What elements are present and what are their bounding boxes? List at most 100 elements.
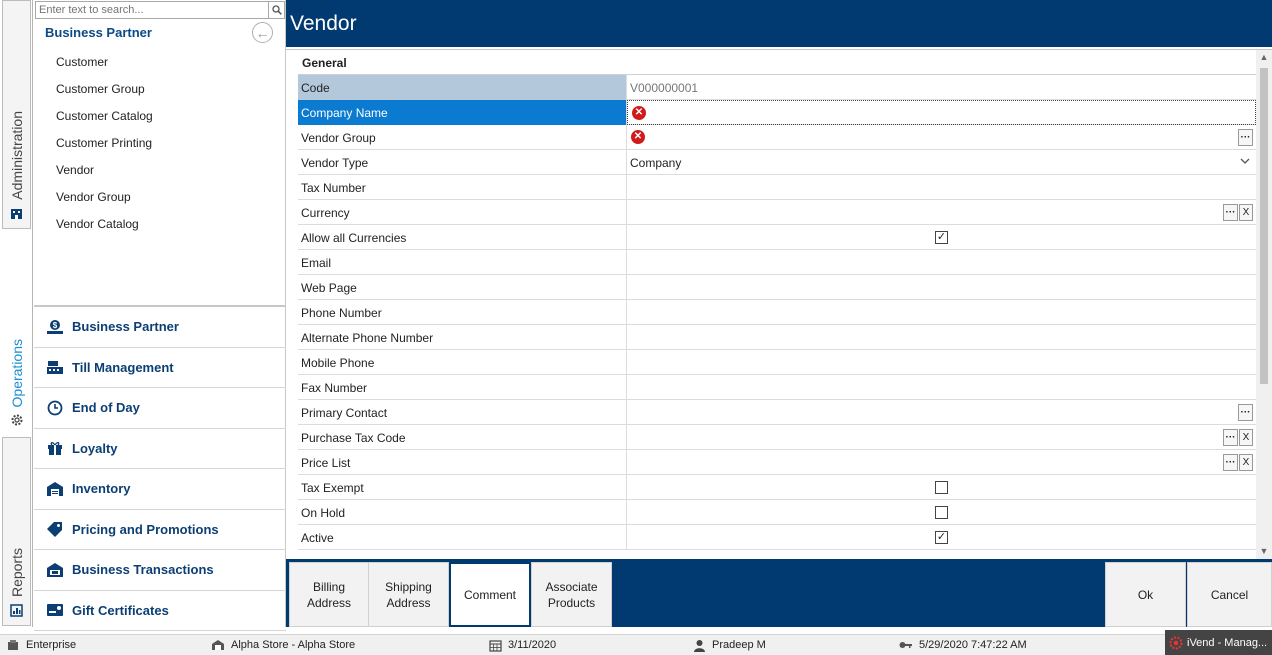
reports-icon <box>10 603 24 617</box>
company-name-field[interactable]: ✕ <box>627 100 1256 125</box>
field-label: Vendor Group <box>298 125 627 150</box>
price-list-clear-button[interactable]: X <box>1239 454 1253 471</box>
associate-products-button[interactable]: Associate Products <box>531 562 612 627</box>
module-loyalty[interactable]: Loyalty <box>34 429 286 469</box>
gift-card-icon <box>45 601 65 619</box>
sidebar-item-vendor-group[interactable]: Vendor Group <box>56 190 153 217</box>
ok-button[interactable]: Ok <box>1105 562 1186 627</box>
vertical-scrollbar[interactable]: ▲ ▼ <box>1256 50 1272 559</box>
sidebar-item-customer-catalog[interactable]: Customer Catalog <box>56 109 153 136</box>
email-field[interactable] <box>627 250 1256 275</box>
cash-register-icon <box>45 358 65 376</box>
row-currency: Currency ··· X <box>298 200 1256 225</box>
tax-number-field[interactable] <box>627 175 1256 200</box>
module-inventory[interactable]: Inventory <box>34 469 286 510</box>
status-edition: Enterprise <box>6 638 76 652</box>
alternate-phone-number-field[interactable] <box>627 325 1256 350</box>
web-page-field[interactable] <box>627 275 1256 300</box>
active-checkbox[interactable]: ✓ <box>935 531 948 544</box>
price-list-field[interactable]: ··· X <box>627 450 1256 475</box>
tag-icon <box>45 520 65 538</box>
business-partner-icon: $ <box>45 318 65 336</box>
purchase-tax-code-browse-button[interactable]: ··· <box>1223 429 1238 446</box>
tab-reports[interactable]: Reports <box>2 437 31 626</box>
mobile-phone-field[interactable] <box>627 350 1256 375</box>
currency-clear-button[interactable]: X <box>1239 204 1253 221</box>
tab-administration[interactable]: Administration <box>2 0 31 229</box>
vendor-type-select[interactable]: Company <box>627 150 1256 175</box>
row-vendor-group: Vendor Group ✕ ··· <box>298 125 1256 150</box>
row-email: Email <box>298 250 1256 275</box>
cancel-button[interactable]: Cancel <box>1187 562 1272 627</box>
status-date: 3/11/2020 <box>488 638 556 652</box>
currency-browse-button[interactable]: ··· <box>1223 204 1238 221</box>
module-label: Loyalty <box>72 440 118 456</box>
sidebar-item-vendor-catalog[interactable]: Vendor Catalog <box>56 217 153 244</box>
scroll-down-icon[interactable]: ▼ <box>1256 546 1272 558</box>
on-hold-checkbox[interactable] <box>935 506 948 519</box>
action-bar: Billing Address Shipping Address Comment… <box>286 559 1272 627</box>
svg-text:$: $ <box>53 321 58 330</box>
sidebar-item-customer[interactable]: Customer <box>56 55 153 82</box>
tab-administration-label: Administration <box>8 111 25 200</box>
row-code: Code V000000001 <box>298 75 1256 100</box>
currency-field[interactable]: ··· X <box>627 200 1256 225</box>
status-edition-text: Enterprise <box>26 639 77 651</box>
tax-exempt-cell <box>627 475 1256 500</box>
sidebar-item-vendor[interactable]: Vendor <box>56 163 153 190</box>
price-list-browse-button[interactable]: ··· <box>1223 454 1238 471</box>
search-button[interactable] <box>269 1 285 19</box>
module-pricing-and-promotions[interactable]: Pricing and Promotions <box>34 510 286 550</box>
field-label: Purchase Tax Code <box>298 425 627 450</box>
taskbar-app-button[interactable]: iVend - Manag... <box>1165 630 1272 655</box>
chevron-down-icon[interactable] <box>1240 155 1250 167</box>
module-label: Till Management <box>72 359 174 375</box>
module-end-of-day[interactable]: End of Day <box>34 388 286 429</box>
primary-contact-field[interactable]: ··· <box>627 400 1256 425</box>
status-login-time: 5/29/2020 7:47:22 AM <box>899 638 1027 652</box>
active-cell: ✓ <box>627 525 1256 550</box>
tab-operations-label: Operations <box>8 338 25 407</box>
vendor-group-browse-button[interactable]: ··· <box>1238 129 1253 146</box>
back-button[interactable]: ← <box>252 22 273 43</box>
scroll-up-icon[interactable]: ▲ <box>1256 52 1272 64</box>
sidebar-submenu: Customer Customer Group Customer Catalog… <box>56 55 153 244</box>
module-label: Pricing and Promotions <box>72 521 219 537</box>
module-label: Business Partner <box>72 319 179 335</box>
module-business-partner[interactable]: $ Business Partner <box>34 307 286 348</box>
scrollbar-thumb[interactable] <box>1260 68 1268 384</box>
module-gift-certificates[interactable]: Gift Certificates <box>34 591 286 631</box>
row-active: Active ✓ <box>298 525 1256 550</box>
clock-icon <box>45 399 65 417</box>
purchase-tax-code-field[interactable]: ··· X <box>627 425 1256 450</box>
phone-number-field[interactable] <box>627 300 1256 325</box>
sidebar-item-customer-printing[interactable]: Customer Printing <box>56 136 153 163</box>
navigation-sidebar: Business Partner ← Customer Customer Gro… <box>34 0 286 631</box>
module-business-transactions[interactable]: Business Transactions <box>34 550 286 591</box>
shipping-address-button[interactable]: Shipping Address <box>368 562 449 627</box>
billing-address-button[interactable]: Billing Address <box>289 562 369 627</box>
purchase-tax-code-clear-button[interactable]: X <box>1239 429 1253 446</box>
search-input[interactable] <box>35 1 269 19</box>
module-till-management[interactable]: Till Management <box>34 348 286 388</box>
field-label: On Hold <box>298 500 627 525</box>
tax-exempt-checkbox[interactable] <box>935 481 948 494</box>
row-tax-number: Tax Number <box>298 175 1256 200</box>
sidebar-item-customer-group[interactable]: Customer Group <box>56 82 153 109</box>
status-bar: Enterprise Alpha Store - Alpha Store 3/1… <box>0 634 1272 655</box>
allow-all-currencies-checkbox[interactable]: ✓ <box>935 231 948 244</box>
primary-contact-browse-button[interactable]: ··· <box>1238 404 1253 421</box>
fax-number-field[interactable] <box>627 375 1256 400</box>
taskbar-app-label: iVend - Manag... <box>1187 636 1268 649</box>
field-label: Vendor Type <box>298 150 627 175</box>
tab-operations[interactable]: Operations <box>2 230 31 436</box>
on-hold-cell <box>627 500 1256 525</box>
module-label: Inventory <box>72 481 131 497</box>
module-list: $ Business Partner Till Management End o… <box>34 305 286 631</box>
vendor-group-field[interactable]: ✕ ··· <box>627 125 1256 150</box>
allow-all-currencies-cell: ✓ <box>627 225 1256 250</box>
comment-button[interactable]: Comment <box>449 562 531 627</box>
row-phone-number: Phone Number <box>298 300 1256 325</box>
app-logo-icon <box>1169 636 1183 650</box>
transactions-icon <box>45 561 65 579</box>
